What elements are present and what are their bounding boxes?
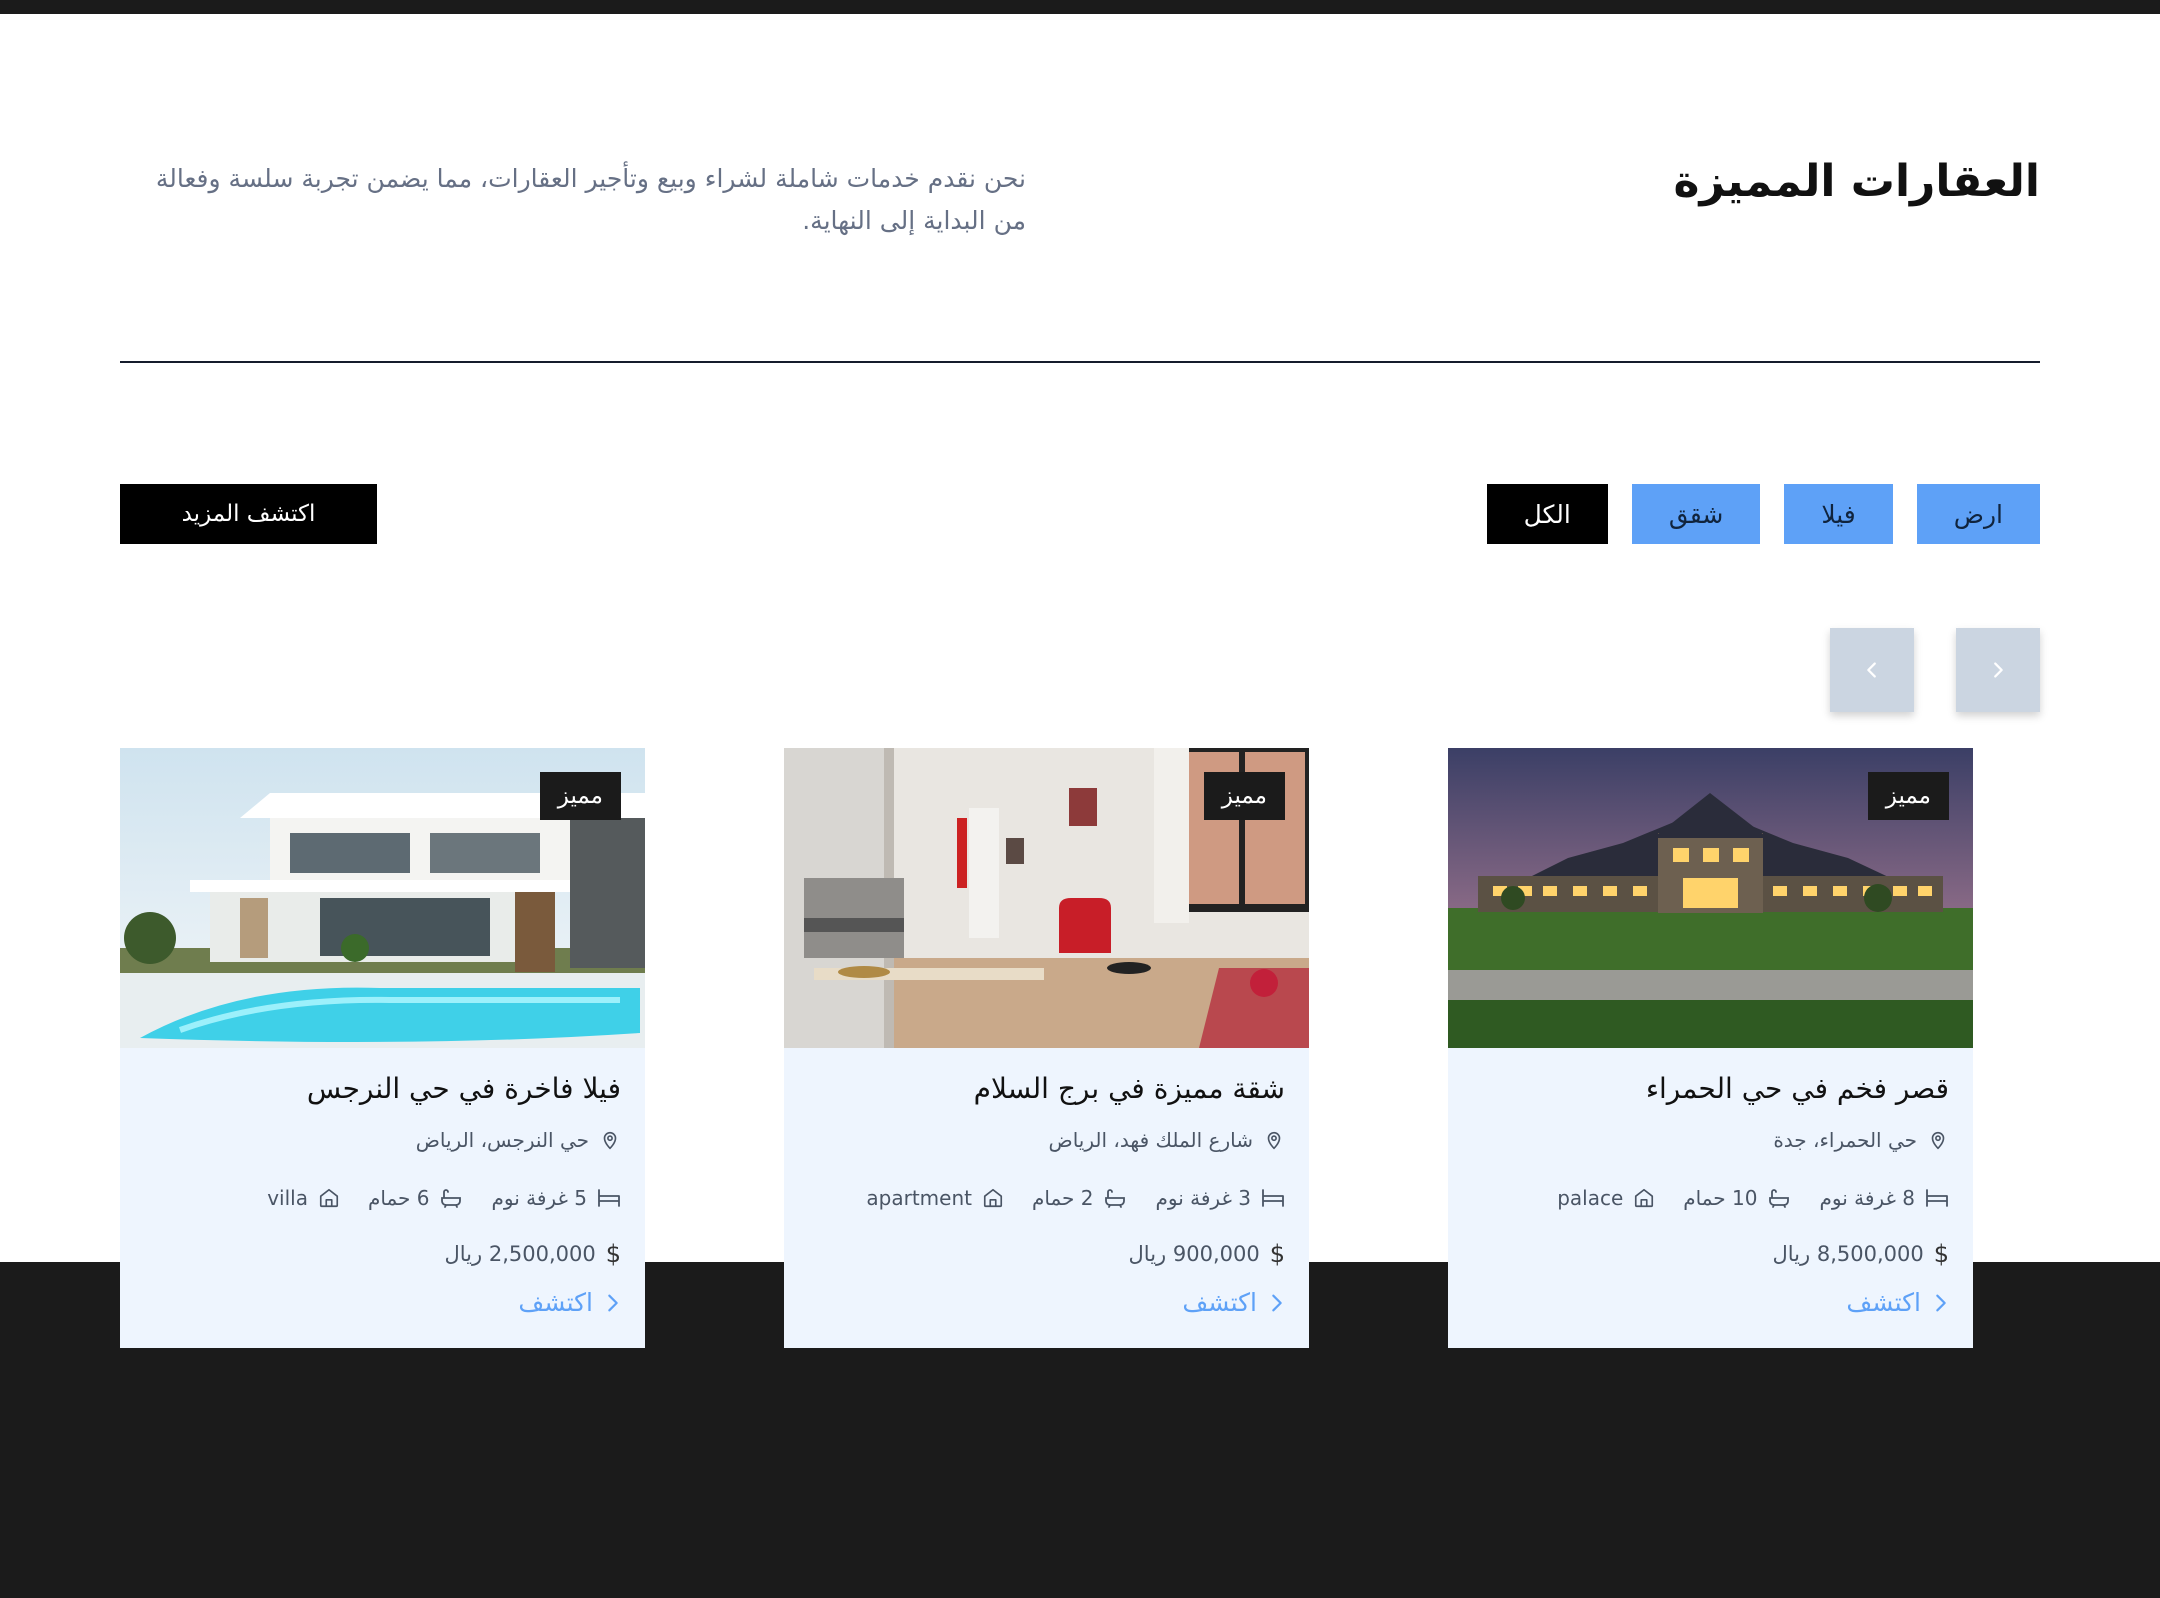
explore-link[interactable]: اكتشف <box>1846 1288 1949 1317</box>
dollar-icon: $ <box>605 1240 621 1268</box>
carousel-next-button[interactable] <box>1956 628 2040 712</box>
property-cards: مميز قصر فخم في حي الحمراء حي الحمراء، ج… <box>120 748 2040 1348</box>
home-icon <box>319 1188 339 1208</box>
filter-all[interactable]: الكل <box>1486 484 1608 544</box>
bedrooms-feature: 5 غرفة نوم <box>491 1186 621 1210</box>
explore-label: اكتشف <box>1846 1288 1921 1317</box>
filter-land[interactable]: ارض <box>1916 484 2040 544</box>
location-text: حي النرجس، الرياض <box>415 1128 589 1152</box>
bath-icon <box>441 1189 462 1208</box>
chevron-right-icon <box>608 1294 618 1311</box>
bed-icon <box>1926 1189 1948 1207</box>
bedrooms-text: 8 غرفة نوم <box>1819 1186 1915 1210</box>
type-feature: villa <box>267 1186 340 1210</box>
property-location: حي الحمراء، جدة <box>1773 1128 1949 1152</box>
section-divider <box>120 361 2040 363</box>
property-type-text: palace <box>1557 1186 1624 1210</box>
explore-link[interactable]: اكتشف <box>518 1288 621 1317</box>
property-price: $ 2,500,000 ريال <box>445 1240 622 1268</box>
bedrooms-feature: 3 غرفة نوم <box>1155 1186 1285 1210</box>
property-type-text: villa <box>267 1186 308 1210</box>
home-icon <box>983 1188 1003 1208</box>
explore-link[interactable]: اكتشف <box>1182 1288 1285 1317</box>
price-text: 8,500,000 ريال <box>1772 1242 1924 1266</box>
bathrooms-text: 2 حمام <box>1031 1186 1094 1210</box>
property-photo: مميز <box>1448 748 1973 1048</box>
bath-icon <box>1105 1189 1126 1208</box>
carousel-prev-button[interactable] <box>1830 628 1914 712</box>
featured-badge: مميز <box>1203 772 1285 820</box>
chevron-left-icon <box>1867 662 1876 678</box>
type-feature: palace <box>1557 1186 1655 1210</box>
property-card[interactable]: مميز فيلا فاخرة في حي النرجس حي النرجس، … <box>120 748 645 1348</box>
filter-tabs: ارض فيلا شقق الكل <box>1486 484 2040 544</box>
price-text: 900,000 ريال <box>1128 1242 1260 1266</box>
bathrooms-text: 10 حمام <box>1683 1186 1758 1210</box>
location-pin-icon <box>1931 1131 1945 1150</box>
dollar-icon: $ <box>1269 1240 1285 1268</box>
explore-label: اكتشف <box>1182 1288 1257 1317</box>
property-price: $ 900,000 ريال <box>1129 1240 1285 1268</box>
price-text: 2,500,000 ريال <box>444 1242 596 1266</box>
bed-icon <box>1262 1189 1284 1207</box>
bedrooms-feature: 8 غرفة نوم <box>1819 1186 1949 1210</box>
type-feature: apartment <box>866 1186 1004 1210</box>
discover-more-button[interactable]: اكتشف المزيد <box>120 484 377 544</box>
carousel-controls <box>1830 628 2040 712</box>
property-price: $ 8,500,000 ريال <box>1773 1240 1950 1268</box>
dollar-icon: $ <box>1933 1240 1949 1268</box>
property-location: شارع الملك فهد، الرياض <box>1049 1128 1285 1152</box>
property-photo: مميز <box>120 748 645 1048</box>
bathrooms-feature: 6 حمام <box>368 1186 464 1210</box>
filter-apartments[interactable]: شقق <box>1631 484 1761 544</box>
bedrooms-text: 3 غرفة نوم <box>1155 1186 1251 1210</box>
section-title: العقارات المميزة <box>1673 156 2040 207</box>
featured-badge: مميز <box>1867 772 1949 820</box>
property-title[interactable]: شقة مميزة في برج السلام <box>974 1072 1285 1105</box>
bathrooms-feature: 2 حمام <box>1032 1186 1128 1210</box>
bath-icon <box>1769 1189 1790 1208</box>
property-features: 8 غرفة نوم 10 حمام palace <box>1557 1186 1949 1210</box>
property-location: حي النرجس، الرياض <box>416 1128 621 1152</box>
bathrooms-text: 6 حمام <box>367 1186 430 1210</box>
featured-badge: مميز <box>539 772 621 820</box>
bathrooms-feature: 10 حمام <box>1683 1186 1791 1210</box>
featured-properties-section: العقارات المميزة نحن نقدم خدمات شاملة لش… <box>120 0 2040 1598</box>
location-pin-icon <box>603 1131 617 1150</box>
property-title[interactable]: فيلا فاخرة في حي النرجس <box>307 1072 621 1105</box>
property-photo: مميز <box>784 748 1309 1048</box>
property-type-text: apartment <box>866 1186 972 1210</box>
location-pin-icon <box>1267 1131 1281 1150</box>
explore-label: اكتشف <box>518 1288 593 1317</box>
property-title[interactable]: قصر فخم في حي الحمراء <box>1646 1072 1949 1105</box>
home-icon <box>1635 1188 1654 1208</box>
bedrooms-text: 5 غرفة نوم <box>491 1186 587 1210</box>
chevron-right-icon <box>1994 662 2003 678</box>
property-card[interactable]: مميز شقة مميزة في برج السلام شارع الملك … <box>784 748 1309 1348</box>
filter-villa[interactable]: فيلا <box>1784 484 1893 544</box>
property-card[interactable]: مميز قصر فخم في حي الحمراء حي الحمراء، ج… <box>1448 748 1973 1348</box>
bed-icon <box>598 1189 620 1207</box>
chevron-right-icon <box>1272 1294 1282 1311</box>
location-text: حي الحمراء، جدة <box>1773 1128 1917 1152</box>
property-features: 5 غرفة نوم 6 حمام villa <box>267 1186 621 1210</box>
section-intro: نحن نقدم خدمات شاملة لشراء وبيع وتأجير ا… <box>155 164 1026 235</box>
property-features: 3 غرفة نوم 2 حمام apartment <box>866 1186 1285 1210</box>
location-text: شارع الملك فهد، الرياض <box>1048 1128 1253 1152</box>
chevron-right-icon <box>1936 1294 1946 1311</box>
